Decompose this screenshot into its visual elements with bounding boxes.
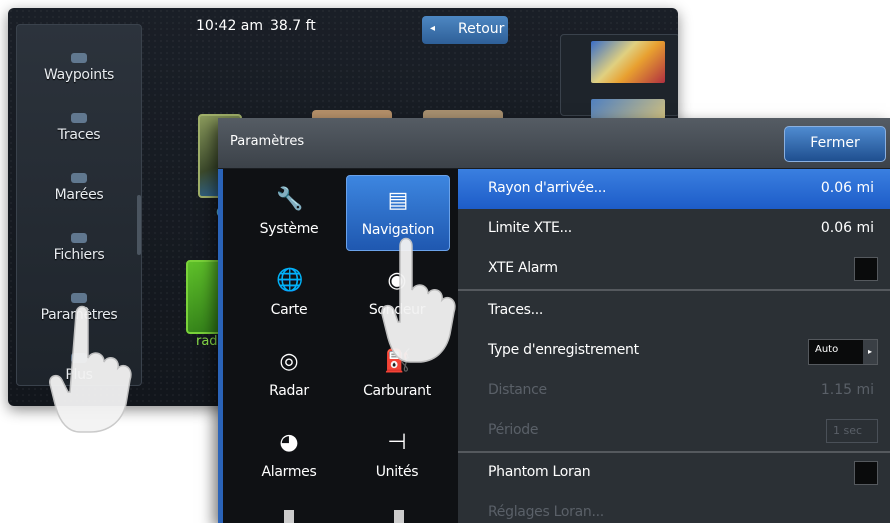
- row-type-enregistrement[interactable]: Type d'enregistrement Auto ▸: [458, 331, 890, 371]
- row-label: Phantom Loran: [488, 464, 591, 480]
- menu-item-marees[interactable]: Marées: [17, 163, 141, 221]
- menu-label: Waypoints: [43, 67, 115, 83]
- category-label: Navigation: [361, 222, 435, 238]
- menu-scrollbar[interactable]: [137, 195, 141, 255]
- back-arrow-icon: ◂: [430, 23, 436, 34]
- wrench-icon: 🔧: [276, 187, 304, 212]
- category-unites[interactable]: ⊣ Unités: [346, 418, 448, 492]
- category-label: Carte: [270, 302, 308, 318]
- page-thumbnail[interactable]: [591, 99, 665, 119]
- wrench-icon: [71, 293, 87, 303]
- left-menu: Waypoints Traces Marées Fichiers Paramèt…: [16, 24, 142, 386]
- dropdown-arrow-icon: ▸: [863, 340, 877, 364]
- menu-label: Fichiers: [53, 247, 105, 263]
- menu-item-parametres[interactable]: Paramètres: [17, 283, 141, 341]
- row-traces[interactable]: Traces...: [458, 291, 890, 331]
- category-carburant[interactable]: ⛽ Carburant: [346, 337, 448, 411]
- retour-label: Retour: [458, 21, 505, 37]
- row-label: Réglages Loran...: [488, 504, 604, 520]
- menu-label: Traces: [57, 127, 101, 143]
- row-label: Période: [488, 422, 539, 438]
- sonar-icon: ◉: [387, 268, 407, 293]
- category-label: Système: [259, 221, 319, 237]
- menu-item-plus[interactable]: Plus: [17, 343, 141, 401]
- row-label: Rayon d'arrivée...: [488, 180, 607, 196]
- units-icon: ⊣: [387, 430, 407, 455]
- category-alarmes[interactable]: ◕ Alarmes: [238, 418, 340, 492]
- menu-label: Marées: [54, 187, 104, 203]
- category-sondeur[interactable]: ◉ Sondeur: [346, 256, 448, 330]
- category-systeme[interactable]: 🔧 Système: [238, 175, 340, 249]
- row-distance: Distance 1.15 mi: [458, 371, 890, 411]
- select-value: Auto: [815, 344, 839, 355]
- more-icon: [71, 353, 87, 363]
- status-depth: 38.7 ft: [270, 18, 316, 34]
- row-reglages-loran: Réglages Loran...: [458, 493, 890, 523]
- retour-button[interactable]: ◂ Retour: [422, 16, 508, 44]
- alarm-bell-icon: ◕: [279, 430, 299, 455]
- menu-item-traces[interactable]: Traces: [17, 103, 141, 161]
- folder-icon: [71, 233, 87, 243]
- row-rayon-arrivee[interactable]: Rayon d'arrivée... 0.06 mi: [458, 169, 890, 209]
- traces-icon: [71, 113, 87, 123]
- row-label: Limite XTE...: [488, 220, 572, 236]
- row-label: XTE Alarm: [488, 260, 558, 276]
- category-label: Radar: [269, 383, 309, 399]
- row-value: 1.15 mi: [820, 382, 874, 398]
- fuel-pump-icon: ⛽: [384, 349, 412, 374]
- menu-item-waypoints[interactable]: Waypoints: [17, 43, 141, 101]
- dialog-header: Paramètres Fermer: [218, 118, 890, 169]
- category-radar[interactable]: ◎ Radar: [238, 337, 340, 411]
- row-periode: Période 1 sec: [458, 411, 890, 451]
- settings-dialog: Paramètres Fermer 🔧 Système ▤ Navigation…: [218, 118, 890, 523]
- category-label: Unités: [375, 464, 419, 480]
- category-label: Sondeur: [368, 302, 426, 318]
- navigation-icon: ▤: [387, 188, 409, 213]
- menu-label: Plus: [65, 367, 93, 383]
- row-value: 0.06 mi: [820, 180, 874, 196]
- menu-item-fichiers[interactable]: Fichiers: [17, 223, 141, 281]
- menu-label: Paramètres: [40, 307, 118, 323]
- radar-app-label: rad: [196, 334, 218, 349]
- status-time: 10:42 am: [196, 18, 264, 34]
- waypoints-icon: [71, 53, 87, 63]
- row-xte-alarm[interactable]: XTE Alarm: [458, 249, 890, 289]
- category-carte[interactable]: 🌐 Carte: [238, 256, 340, 330]
- row-phantom-loran[interactable]: Phantom Loran: [458, 453, 890, 493]
- row-limite-xte[interactable]: Limite XTE... 0.06 mi: [458, 209, 890, 249]
- row-label: Type d'enregistrement: [488, 342, 639, 358]
- tide-icon: [71, 173, 87, 183]
- globe-icon: 🌐: [276, 268, 304, 293]
- radar-icon: ◎: [279, 349, 299, 374]
- category-label: Carburant: [363, 383, 431, 399]
- settings-list: Rayon d'arrivée... 0.06 mi Limite XTE...…: [458, 169, 890, 523]
- category-navigation[interactable]: ▤ Navigation: [346, 175, 450, 251]
- row-label: Traces...: [488, 302, 544, 318]
- category-partial-icon: [394, 510, 404, 523]
- thumbnail-panel: [560, 34, 678, 119]
- category-accent-bar: [218, 169, 223, 523]
- close-button[interactable]: Fermer: [784, 126, 886, 162]
- category-label: Alarmes: [261, 464, 317, 480]
- row-label: Distance: [488, 382, 547, 398]
- xte-alarm-checkbox[interactable]: [854, 257, 878, 281]
- category-partial-icon: [284, 510, 294, 523]
- dialog-title: Paramètres: [230, 134, 305, 149]
- page-thumbnail[interactable]: [591, 41, 665, 83]
- phantom-loran-checkbox[interactable]: [854, 461, 878, 485]
- recording-type-select[interactable]: Auto ▸: [808, 339, 878, 365]
- row-value: 0.06 mi: [820, 220, 874, 236]
- period-value-box: 1 sec: [826, 419, 878, 443]
